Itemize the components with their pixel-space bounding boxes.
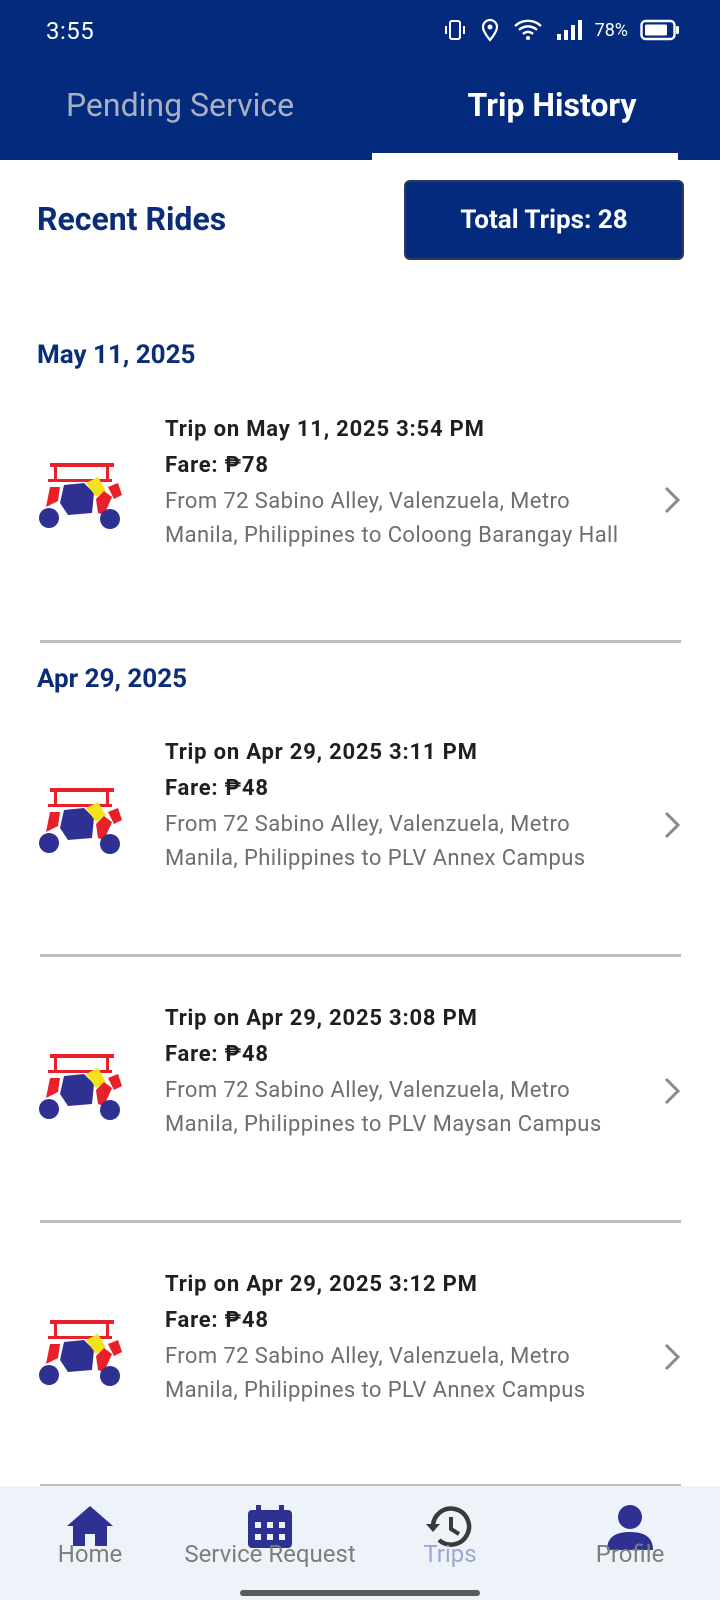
trip-fare: Fare: ₱48: [165, 776, 269, 801]
trip-fare: Fare: ₱48: [165, 1308, 269, 1333]
date-header: Apr 29, 2025: [37, 664, 188, 694]
nav-label: Trips: [423, 1540, 477, 1568]
bottom-navigation: Home Service Request Trips Profile: [0, 1486, 720, 1600]
chevron-right-icon: [664, 811, 681, 839]
date-header: May 11, 2025: [37, 340, 196, 370]
status-icons: 78%: [443, 18, 680, 42]
battery-percent: 78%: [594, 19, 628, 41]
divider: [40, 954, 681, 957]
nav-home[interactable]: Home: [40, 1486, 140, 1600]
wifi-icon: [513, 19, 542, 40]
app-bar: 3:55 78% Pending Service Trip History: [0, 0, 720, 160]
signal-icon: [556, 20, 582, 40]
divider: [40, 640, 681, 643]
status-bar: 3:55 78%: [0, 0, 720, 62]
divider: [40, 1220, 681, 1223]
chevron-right-icon: [664, 1077, 681, 1105]
trip-title: Trip on May 11, 2025 3:54 PM: [165, 417, 485, 442]
nav-profile[interactable]: Profile: [570, 1486, 690, 1600]
tricycle-icon: [39, 1054, 122, 1120]
trip-route: From 72 Sabino Alley, Valenzuela, Metro …: [165, 1078, 602, 1137]
nav-trips[interactable]: Trips: [400, 1486, 500, 1600]
total-trips-badge: Total Trips: 28: [404, 180, 684, 260]
nav-service-request[interactable]: Service Request: [170, 1486, 370, 1600]
tab-trip-history[interactable]: Trip History: [372, 70, 720, 160]
tab-bar: Pending Service Trip History: [0, 70, 720, 160]
trip-fare: Fare: ₱48: [165, 1042, 269, 1067]
status-time: 3:55: [46, 17, 95, 45]
tricycle-icon: [39, 788, 122, 854]
trip-list-item[interactable]: Trip on Apr 29, 2025 3:11 PM Fare: ₱48 F…: [0, 740, 720, 920]
trip-list-item[interactable]: Trip on May 11, 2025 3:54 PM Fare: ₱78 F…: [0, 415, 720, 615]
trip-route: From 72 Sabino Alley, Valenzuela, Metro …: [165, 489, 619, 548]
trip-route: From 72 Sabino Alley, Valenzuela, Metro …: [165, 1344, 586, 1403]
tricycle-icon: [39, 463, 122, 529]
gesture-bar[interactable]: [240, 1590, 480, 1596]
trip-route: From 72 Sabino Alley, Valenzuela, Metro …: [165, 812, 586, 871]
trip-fare: Fare: ₱78: [165, 453, 269, 478]
page-title: Recent Rides: [37, 200, 227, 238]
battery-icon: [640, 19, 679, 41]
tricycle-icon: [39, 1320, 122, 1386]
chevron-right-icon: [664, 1343, 681, 1371]
vibrate-icon: [444, 20, 465, 40]
location-icon: [481, 18, 498, 42]
trip-list-item[interactable]: Trip on Apr 29, 2025 3:12 PM Fare: ₱48 F…: [0, 1272, 720, 1452]
tab-pending-service[interactable]: Pending Service: [0, 70, 360, 160]
trip-title: Trip on Apr 29, 2025 3:11 PM: [165, 740, 478, 765]
trip-list-item[interactable]: Trip on Apr 29, 2025 3:08 PM Fare: ₱48 F…: [0, 1006, 720, 1186]
nav-label: Home: [57, 1540, 123, 1568]
chevron-right-icon: [664, 486, 681, 514]
active-tab-indicator: [372, 153, 678, 160]
trip-title: Trip on Apr 29, 2025 3:12 PM: [165, 1272, 478, 1297]
nav-label: Profile: [595, 1540, 665, 1568]
nav-label: Service Request: [184, 1540, 356, 1568]
trip-title: Trip on Apr 29, 2025 3:08 PM: [165, 1006, 478, 1031]
